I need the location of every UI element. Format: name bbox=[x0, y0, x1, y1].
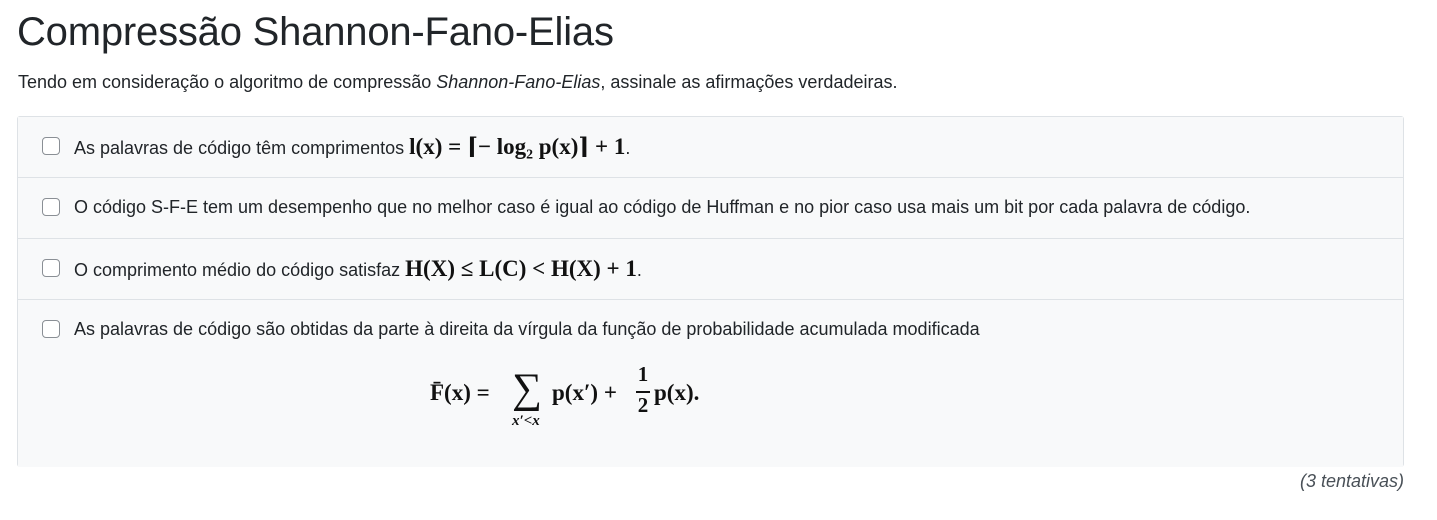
page-title: Compressão Shannon-Fano-Elias bbox=[17, 10, 614, 54]
description-emphasis: Shannon-Fano-Elias bbox=[436, 72, 601, 92]
option-3-label[interactable]: O comprimento médio do código satisfaz H… bbox=[74, 256, 642, 283]
option-3-formula: H(X) ≤ L(C) < H(X) + 1 bbox=[405, 256, 637, 281]
summation-symbol: ∑ bbox=[512, 366, 542, 412]
answer-option-4[interactable]: As palavras de código são obtidas da par… bbox=[18, 300, 1403, 467]
answer-option-2[interactable]: O código S-F-E tem um desempenho que no … bbox=[18, 178, 1403, 239]
option-1-text: As palavras de código têm comprimentos bbox=[74, 138, 410, 158]
description-text: Tendo em consideração o algoritmo de com… bbox=[18, 72, 437, 92]
option-4-checkbox[interactable] bbox=[42, 320, 60, 338]
formula-sum-term: p(x′) + bbox=[552, 380, 617, 405]
option-3-suffix: . bbox=[636, 260, 642, 280]
option-1-checkbox[interactable] bbox=[42, 137, 60, 155]
option-2-label[interactable]: O código S-F-E tem um desempenho que no … bbox=[74, 194, 1250, 220]
question-description: Tendo em consideração o algoritmo de com… bbox=[18, 69, 897, 95]
attempts-counter: (3 tentativas) bbox=[1299, 471, 1404, 491]
answer-option-3[interactable]: O comprimento médio do código satisfaz H… bbox=[18, 239, 1403, 300]
answer-options-list: As palavras de código têm comprimentos l… bbox=[17, 116, 1404, 467]
option-3-text: O comprimento médio do código satisfaz bbox=[74, 260, 406, 280]
summation-subscript: x′<x bbox=[512, 413, 540, 429]
option-4-label[interactable]: As palavras de código são obtidas da par… bbox=[74, 316, 980, 342]
answer-option-1[interactable]: As palavras de código têm comprimentos l… bbox=[18, 117, 1403, 178]
option-1-suffix: . bbox=[625, 138, 631, 158]
option-3-checkbox[interactable] bbox=[42, 259, 60, 277]
formula-lhs: F̄(x) = bbox=[430, 380, 490, 405]
option-1-formula: l(x) = ⌈− log₂ p(x)⌉ + 1 bbox=[409, 134, 626, 159]
formula-rhs: p(x). bbox=[654, 380, 700, 405]
fraction-numerator: 1 bbox=[637, 362, 649, 386]
description-text-end: , assinale as afirmações verdadeiras. bbox=[600, 72, 898, 92]
option-4-display-formula: F̄(x) = ∑ x′<x p(x′) + 1 2 p(x). bbox=[426, 362, 746, 432]
option-2-checkbox[interactable] bbox=[42, 198, 60, 216]
fraction-denominator: 2 bbox=[637, 393, 649, 417]
option-1-label[interactable]: As palavras de código têm comprimentos l… bbox=[74, 134, 630, 161]
